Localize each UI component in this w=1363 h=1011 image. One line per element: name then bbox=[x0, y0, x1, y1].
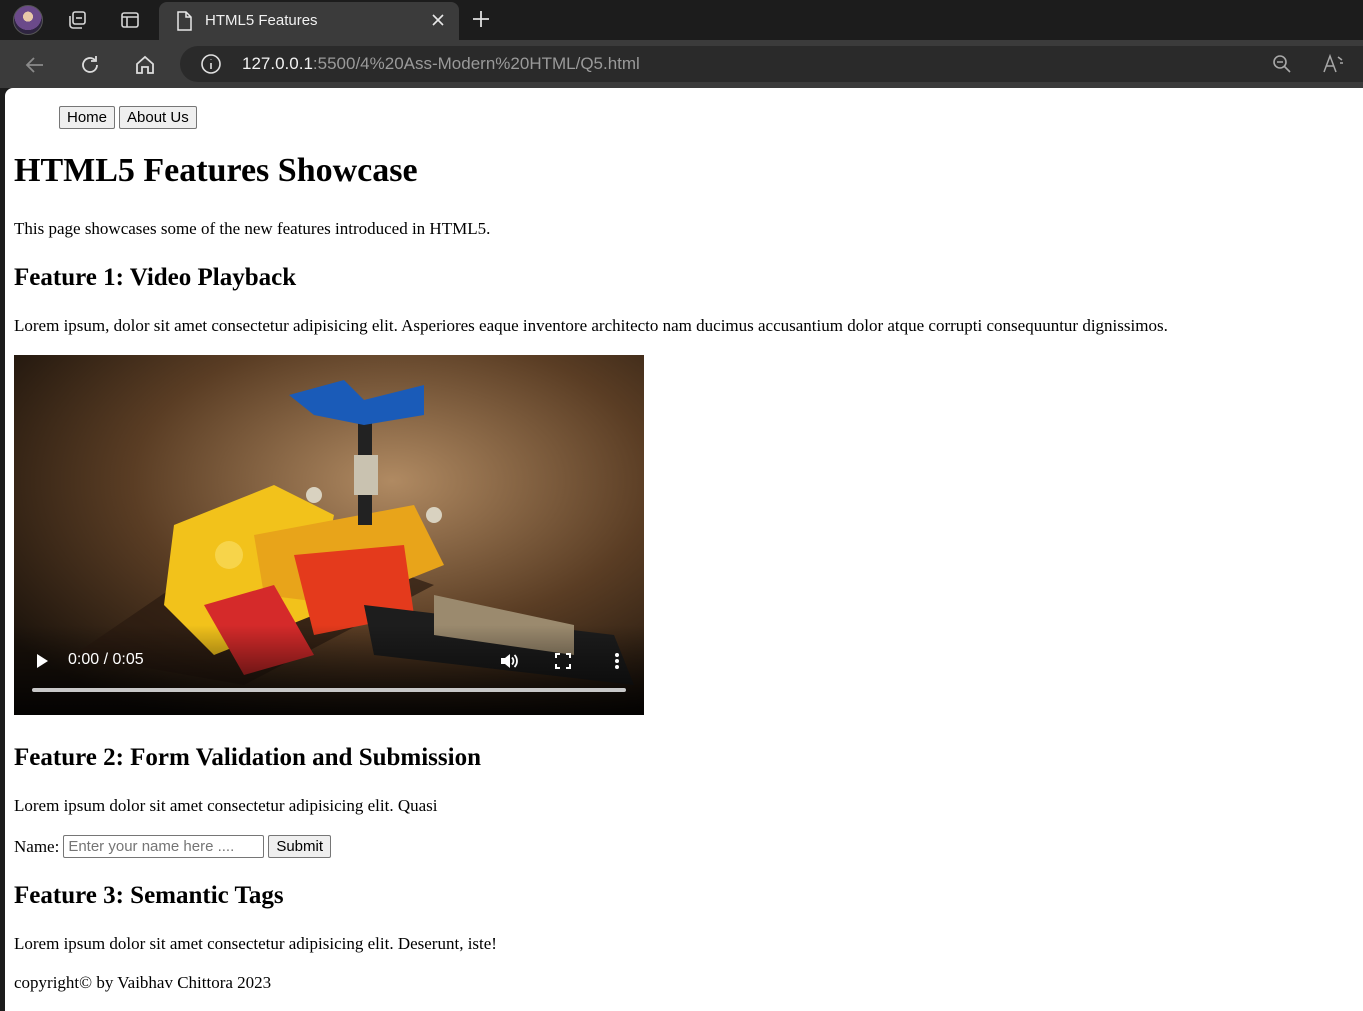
browser-toolbar: 127.0.0.1:5500/4%20Ass-Modern%20HTML/Q5.… bbox=[0, 40, 1363, 88]
play-icon[interactable] bbox=[32, 651, 52, 671]
page-title: HTML5 Features Showcase bbox=[14, 152, 418, 189]
feature2-heading: Feature 2: Form Validation and Submissio… bbox=[14, 744, 481, 771]
video-progress-bar[interactable] bbox=[32, 688, 626, 692]
profile-avatar[interactable] bbox=[13, 5, 43, 35]
document-icon bbox=[177, 11, 192, 31]
home-button[interactable]: Home bbox=[59, 106, 116, 129]
footer-copyright: copyright© by Vaibhav Chittora 2023 bbox=[14, 973, 272, 992]
name-input[interactable] bbox=[63, 835, 265, 858]
site-nav: Home About Us bbox=[59, 106, 197, 129]
video-controls bbox=[14, 625, 644, 715]
vertical-tabs-icon[interactable] bbox=[117, 7, 143, 33]
fullscreen-icon[interactable] bbox=[552, 650, 574, 672]
feature3-heading: Feature 3: Semantic Tags bbox=[14, 882, 284, 909]
new-tab-icon[interactable] bbox=[468, 6, 494, 32]
more-options-icon[interactable] bbox=[607, 650, 627, 672]
tab-bar: HTML5 Features bbox=[0, 0, 1363, 40]
video-player[interactable]: 0:00 / 0:05 bbox=[14, 355, 644, 715]
tab-title: HTML5 Features bbox=[205, 12, 318, 29]
url-text: 127.0.0.1:5500/4%20Ass-Modern%20HTML/Q5.… bbox=[242, 54, 640, 74]
feature2-text: Lorem ipsum dolor sit amet consectetur a… bbox=[14, 796, 438, 815]
video-time: 0:00 / 0:05 bbox=[68, 651, 144, 668]
tab-active[interactable]: HTML5 Features bbox=[159, 2, 459, 40]
intro-text: This page showcases some of the new feat… bbox=[14, 219, 491, 238]
page-content: Home About Us HTML5 Features Showcase Th… bbox=[5, 88, 1363, 1011]
refresh-icon[interactable] bbox=[77, 52, 103, 78]
url-host: 127.0.0.1 bbox=[242, 54, 313, 73]
home-icon[interactable] bbox=[132, 52, 158, 78]
workspaces-icon[interactable] bbox=[64, 7, 90, 33]
name-label: Name: bbox=[14, 836, 60, 856]
feature1-heading: Feature 1: Video Playback bbox=[14, 264, 297, 291]
name-form: Name: Submit bbox=[14, 835, 332, 858]
site-info-icon[interactable] bbox=[200, 53, 222, 75]
close-tab-icon[interactable] bbox=[427, 9, 449, 31]
address-bar[interactable]: 127.0.0.1:5500/4%20Ass-Modern%20HTML/Q5.… bbox=[180, 46, 1363, 82]
url-path: :5500/4%20Ass-Modern%20HTML/Q5.html bbox=[312, 54, 640, 73]
read-aloud-icon[interactable] bbox=[1320, 52, 1346, 76]
feature1-text: Lorem ipsum, dolor sit amet consectetur … bbox=[14, 316, 1168, 335]
feature3-text: Lorem ipsum dolor sit amet consectetur a… bbox=[14, 934, 497, 953]
volume-icon[interactable] bbox=[498, 650, 520, 672]
back-icon[interactable] bbox=[22, 52, 48, 78]
about-us-button[interactable]: About Us bbox=[119, 106, 197, 129]
zoom-icon[interactable] bbox=[1270, 52, 1294, 76]
submit-button[interactable]: Submit bbox=[268, 835, 332, 858]
